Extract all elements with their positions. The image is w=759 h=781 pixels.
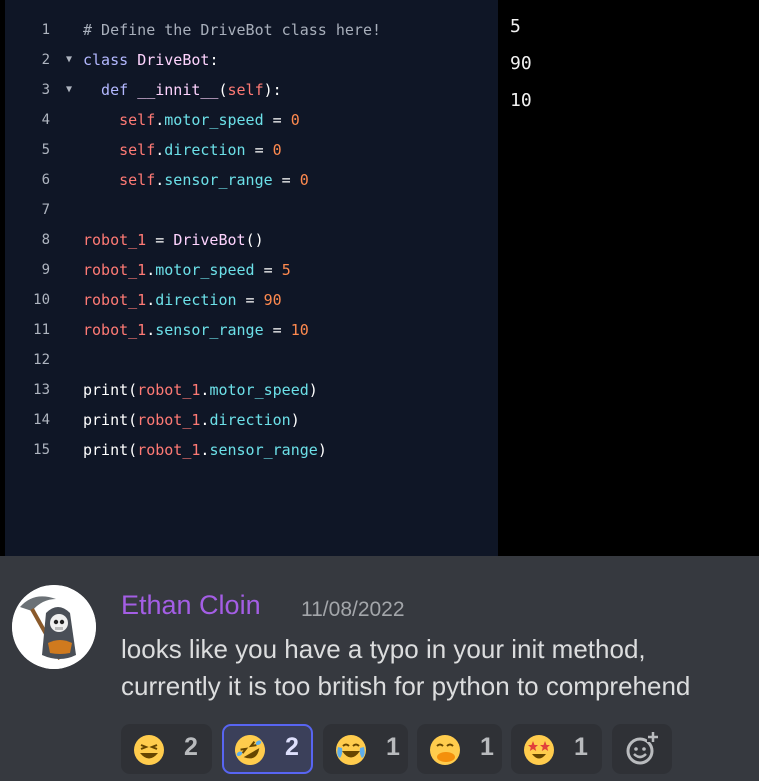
line-number: 5 <box>41 142 50 158</box>
message-text-line-2: currently it is too british for python t… <box>121 671 691 701</box>
reaction-button[interactable]: 2 <box>222 724 313 774</box>
message-text-line-1: looks like you have a typo in your init … <box>121 634 646 664</box>
joy-face-icon <box>336 735 366 765</box>
output-line: 5 <box>510 16 521 37</box>
code-text: def __innit__(self): <box>83 81 282 99</box>
line-number: 3 <box>41 82 50 98</box>
code-text: robot_1 = DriveBot() <box>83 231 264 249</box>
output-line: 10 <box>510 90 532 111</box>
line-number: 6 <box>41 172 50 188</box>
code-workspace: 1 # Define the DriveBot class here! 2 ▼ clas… <box>0 0 759 556</box>
code-text: robot_1.sensor_range = 10 <box>83 321 309 339</box>
reaction-count: 2 <box>285 733 299 761</box>
code-text: class DriveBot: <box>83 51 219 69</box>
code-editor[interactable]: 1 # Define the DriveBot class here! 2 ▼ clas… <box>5 0 498 556</box>
add-reaction-button[interactable] <box>612 724 672 774</box>
line-number: 10 <box>33 292 50 308</box>
code-text: print(robot_1.motor_speed) <box>83 381 318 399</box>
line-number: 2 <box>41 52 50 68</box>
reaction-button[interactable]: 1 <box>511 724 602 774</box>
line-number: 1 <box>41 22 50 38</box>
grim-reaper-avatar-icon <box>12 585 96 669</box>
line-number: 8 <box>41 232 50 248</box>
code-text: self.sensor_range = 0 <box>83 171 309 189</box>
line-number: 14 <box>33 412 50 428</box>
code-text: self.motor_speed = 0 <box>83 111 300 129</box>
face-with-hand-over-mouth-icon <box>430 735 460 765</box>
fold-arrow-icon[interactable]: ▼ <box>66 75 72 105</box>
laughing-face-icon <box>134 735 164 765</box>
reaction-count: 1 <box>386 733 400 761</box>
line-number: 12 <box>33 352 50 368</box>
code-text: robot_1.direction = 90 <box>83 291 282 309</box>
line-number: 15 <box>33 442 50 458</box>
reaction-button[interactable]: 1 <box>323 724 408 774</box>
reaction-button[interactable]: 2 <box>121 724 212 774</box>
line-number: 13 <box>33 382 50 398</box>
line-number: 4 <box>41 112 50 128</box>
line-number: 7 <box>41 202 50 218</box>
avatar[interactable] <box>12 585 96 669</box>
line-number: 9 <box>41 262 50 278</box>
message-timestamp: 11/08/2022 <box>301 598 405 621</box>
code-text: print(robot_1.sensor_range) <box>83 441 327 459</box>
line-number: 11 <box>33 322 50 338</box>
console-output: 5 90 10 <box>498 0 759 556</box>
code-text: print(robot_1.direction) <box>83 411 300 429</box>
reaction-count: 1 <box>480 733 494 761</box>
rolling-on-floor-laughing-icon <box>235 735 265 765</box>
reaction-count: 2 <box>184 733 198 761</box>
code-text: # Define the DriveBot class here! <box>83 21 382 39</box>
output-line: 90 <box>510 53 532 74</box>
add-reaction-icon <box>626 732 660 765</box>
code-text: robot_1.motor_speed = 5 <box>83 261 291 279</box>
reaction-button[interactable]: 1 <box>417 724 502 774</box>
fold-arrow-icon[interactable]: ▼ <box>66 45 72 75</box>
star-struck-face-icon <box>524 735 554 765</box>
message-author[interactable]: Ethan Cloin <box>121 590 261 621</box>
code-text: self.direction = 0 <box>83 141 282 159</box>
reaction-count: 1 <box>574 733 588 761</box>
